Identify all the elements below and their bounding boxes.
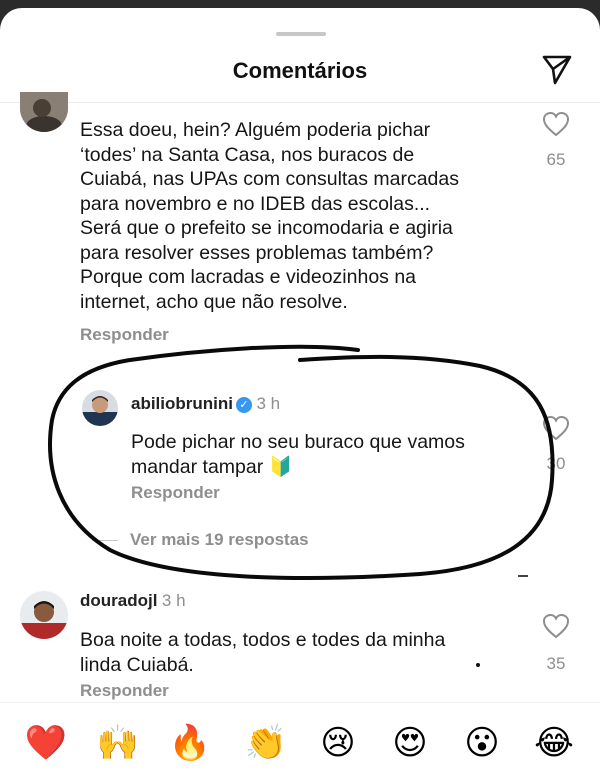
reply-header: abiliobrunini ✓ 3 h	[131, 394, 280, 414]
view-more-replies-button[interactable]: Ver mais 19 respostas	[92, 530, 309, 550]
comment-line: linda Cuiabá.	[80, 653, 194, 676]
comment-line: para novembro e no IDEB das escolas...	[80, 192, 431, 215]
heart-icon[interactable]	[542, 415, 570, 441]
avatar-image	[20, 92, 68, 132]
heart-icon[interactable]	[542, 613, 570, 639]
comment-line: internet, acho que não resolve.	[80, 290, 348, 313]
timestamp: 3 h	[161, 591, 186, 610]
comment-line: Porque com lacradas e videozinhos na	[80, 266, 417, 288]
comment-line: para resolver esses problemas também?	[80, 241, 434, 264]
heart-icon[interactable]	[542, 111, 570, 137]
send-icon[interactable]	[540, 52, 574, 86]
avatar[interactable]	[20, 92, 68, 132]
reply-body: Pode pichar no seu buraco que vamos mand…	[131, 430, 531, 479]
view-more-replies-label: Ver mais 19 respostas	[130, 530, 309, 549]
fire-emoji-button[interactable]: 🔥	[168, 723, 212, 763]
comment-line: Boa noite a todas, todos e todes da minh…	[80, 629, 446, 651]
header-divider	[0, 102, 600, 103]
reply-button[interactable]: Responder	[80, 681, 169, 701]
verified-badge-icon: ✓	[236, 396, 252, 413]
comment-line: Será que o prefeito se incomodaria e agi…	[80, 217, 453, 239]
avatar[interactable]	[20, 591, 68, 639]
comment-line: ‘todes’ na Santa Casa, nos buracos de	[80, 143, 415, 166]
laughing-tears-emoji-button[interactable]: 😂	[532, 723, 576, 763]
like-count: 65	[546, 150, 566, 169]
comment-line: Cuiabá, nas UPAs com consultas marcadas	[80, 168, 459, 190]
like-count: 35	[546, 654, 566, 673]
comment-line: Essa doeu, hein? Alguém poderia pichar	[80, 119, 431, 141]
comment-body: Boa noite a todas, todos e todes da minh…	[80, 628, 540, 677]
comment-header: douradojl 3 h	[80, 591, 186, 611]
drag-handle[interactable]	[276, 32, 326, 36]
avatar-image	[82, 390, 118, 426]
raising-hands-emoji-button[interactable]: 🙌	[96, 723, 140, 763]
like-count: 30	[546, 454, 566, 473]
red-heart-emoji-button[interactable]: ❤️	[24, 723, 68, 763]
username[interactable]: douradojl	[80, 591, 157, 610]
reply-button[interactable]: Responder	[80, 325, 169, 345]
emoji-reaction-bar: ❤️ 🙌 🔥 👏 😢 😍 😮 😂	[0, 702, 600, 782]
avatar-image	[20, 591, 68, 639]
heart-eyes-emoji-button[interactable]: 😍	[388, 723, 432, 763]
comments-sheet: Comentários Essa doeu, hein? Alguém pode…	[0, 8, 600, 782]
page-title: Comentários	[232, 58, 368, 83]
timestamp: 3 h	[256, 394, 281, 413]
reply-button[interactable]: Responder	[131, 483, 220, 503]
username[interactable]: abiliobrunini	[131, 394, 233, 413]
comment-line: Pode pichar no seu buraco que vamos	[131, 431, 465, 453]
comment-body: Essa doeu, hein? Alguém poderia pichar ‘…	[80, 118, 540, 314]
crying-face-emoji-button[interactable]: 😢	[316, 723, 360, 763]
avatar[interactable]	[82, 390, 118, 426]
surprised-face-emoji-button[interactable]: 😮	[460, 723, 504, 763]
comment-line: mandar tampar 🔰	[131, 455, 293, 478]
clapping-hands-emoji-button[interactable]: 👏	[244, 723, 288, 763]
